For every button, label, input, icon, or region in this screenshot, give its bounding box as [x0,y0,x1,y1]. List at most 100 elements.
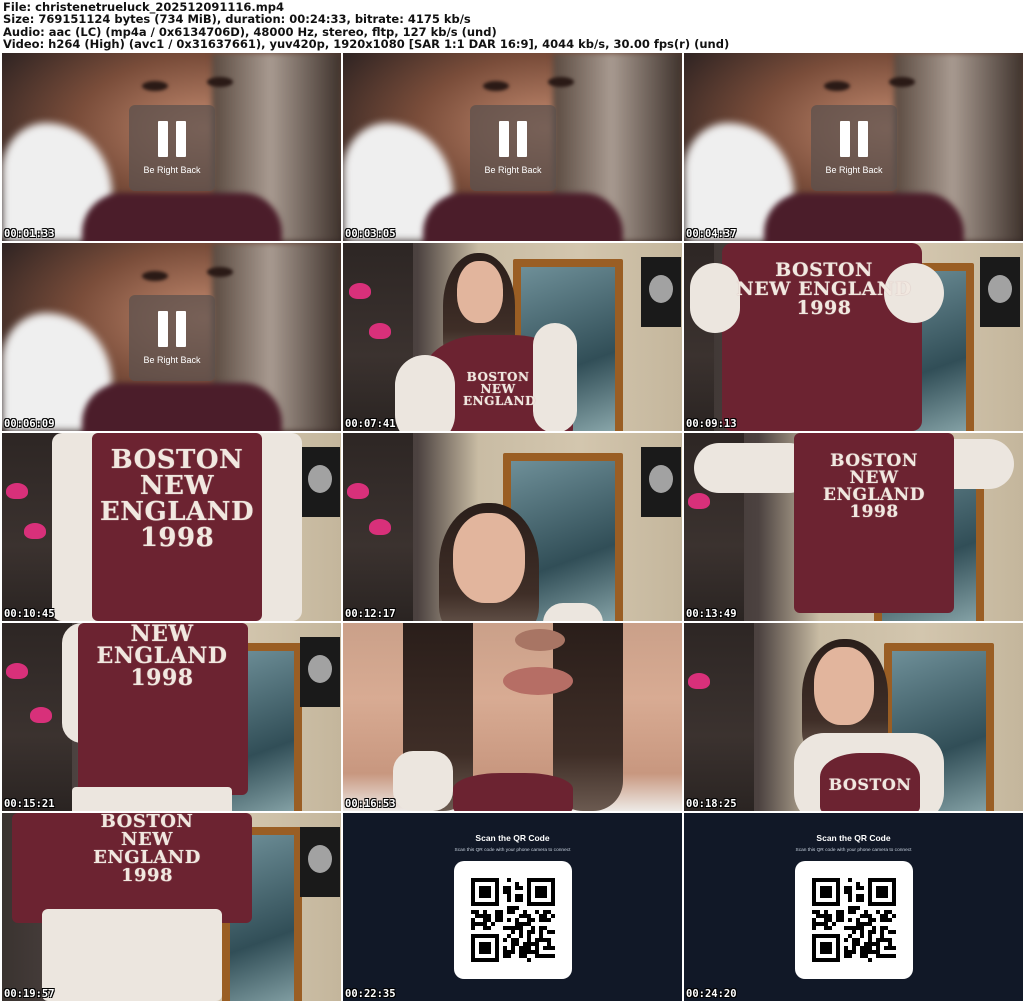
eye-blur [142,271,168,281]
thumbnail-6[interactable]: BOSTON NEW ENGLAND 1998 00:09:13 [684,243,1023,431]
lips [503,667,573,695]
shirt-blur [82,383,282,431]
timestamp: 00:01:33 [4,228,55,240]
pink-hat [6,483,28,499]
shirt-blur [423,193,623,241]
timestamp: 00:03:05 [345,228,396,240]
timestamp: 00:09:13 [686,418,737,430]
thumbnail-1[interactable]: Be Right Back 00:01:33 [2,53,341,241]
qr-code-icon [470,878,555,962]
sweatshirt-print: BOSTON NEW ENGLAND 1998 [796,453,952,521]
print-line-1: BOSTON [110,445,244,475]
brb-overlay: Be Right Back [811,105,897,191]
thumbnail-9[interactable]: BOSTON NEW ENGLAND 1998 00:13:49 [684,433,1023,621]
pink-hat [30,707,52,723]
qr-subtitle: Scan this QR code with your phone camera… [454,848,571,853]
print-line-3: 1998 [796,297,852,319]
poster [300,637,340,707]
thumbnail-15[interactable]: Scan the QR Code Scan this QR code with … [684,813,1023,1001]
pink-hat [369,323,391,339]
sweatshirt-print: NEW ENGLAND 1998 [82,623,242,689]
eye-blur [142,81,168,91]
brb-label: Be Right Back [825,165,883,175]
print-line-2: NEW ENGLAND [96,623,228,669]
timestamp: 00:04:37 [686,228,737,240]
poster [300,447,340,517]
timestamp: 00:24:20 [686,988,737,1000]
timestamp: 00:13:49 [686,608,737,620]
timestamp: 00:16:53 [345,798,396,810]
sleeve [533,323,577,431]
brb-label: Be Right Back [143,165,201,175]
qr-title: Scan the QR Code [816,833,891,843]
file-size-line: Size: 769151124 bytes (734 MiB), duratio… [3,12,471,27]
pink-hat [688,493,710,509]
qr-code-icon [811,878,896,962]
sweatshirt-print: BOSTON NEW ENGLAND [463,371,536,408]
thumbnail-12[interactable]: BOSTON 00:18:25 [684,623,1023,811]
thumbnail-13[interactable]: BOSTON NEW ENGLAND 1998 00:19:57 [2,813,341,1001]
face [453,513,525,603]
pause-icon [158,311,186,347]
sleeve [690,263,740,333]
print-line-3: 1998 [139,523,215,553]
print-line-1: BOSTON [828,775,912,794]
thumbnail-4[interactable]: Be Right Back 00:06:09 [2,243,341,431]
thumbnail-7[interactable]: BOSTON NEW ENGLAND 1998 00:10:45 [2,433,341,621]
pause-icon [840,121,868,157]
thumbnail-8[interactable]: 00:12:17 [343,433,682,621]
eye-blur [483,81,509,91]
pause-icon [499,121,527,157]
sweatshirt-print: BOSTON NEW ENGLAND 1998 [82,813,212,885]
poster [980,257,1020,327]
sweatshirt-print: BOSTON [824,777,916,793]
timestamp: 00:18:25 [686,798,737,810]
timestamp: 00:19:57 [4,988,55,1000]
qr-code-card [794,861,913,979]
thumbnail-3[interactable]: Be Right Back 00:04:37 [684,53,1023,241]
nose [515,629,565,651]
thumbnail-5[interactable]: BOSTON NEW ENGLAND 00:07:41 [343,243,682,431]
sleeve [395,355,455,431]
timestamp: 00:06:09 [4,418,55,430]
face [814,647,874,725]
thumbnail-10[interactable]: NEW ENGLAND 1998 00:15:21 [2,623,341,811]
qr-title: Scan the QR Code [475,833,550,843]
file-info-header: File: christenetrueluck_202512091116.mp4… [3,1,1021,53]
shelf [684,623,754,811]
print-line-2: NEW ENGLAND [93,829,201,868]
shirt-blur [764,193,964,241]
print-line-2: NEW ENGLAND [463,382,536,408]
sweatshirt-print: BOSTON NEW ENGLAND 1998 [94,447,260,551]
eye-blur [207,77,233,87]
thumbnail-grid: Be Right Back 00:01:33 Be Right Back 00:… [2,53,1023,1003]
pink-hat [369,519,391,535]
pants [72,787,232,811]
eye-blur [207,267,233,277]
poster [641,257,681,327]
eye-blur [548,77,574,87]
poster [641,447,681,517]
timestamp: 00:10:45 [4,608,55,620]
print-line-3: 1998 [849,502,899,522]
thumbnail-11[interactable]: 00:16:53 [343,623,682,811]
qr-subtitle: Scan this QR code with your phone camera… [795,848,912,853]
brb-label: Be Right Back [143,355,201,365]
thumbnail-14[interactable]: Scan the QR Code Scan this QR code with … [343,813,682,1001]
print-line-3: 1998 [130,665,194,691]
video-info-line: Video: h264 (High) (avc1 / 0x31637661), … [3,37,730,52]
print-line-3: 1998 [120,865,174,886]
sweatshirt-print: BOSTON NEW ENGLAND 1998 [734,261,914,318]
brb-overlay: Be Right Back [129,295,215,381]
print-line-2: NEW ENGLAND [823,468,925,505]
timestamp: 00:22:35 [345,988,396,1000]
pause-icon [158,121,186,157]
thumbnail-2[interactable]: Be Right Back 00:03:05 [343,53,682,241]
eye-blur [824,81,850,91]
brb-overlay: Be Right Back [470,105,556,191]
poster [300,827,340,897]
pink-hat [24,523,46,539]
eye-blur [889,77,915,87]
timestamp: 00:12:17 [345,608,396,620]
qr-code-card [453,861,572,979]
